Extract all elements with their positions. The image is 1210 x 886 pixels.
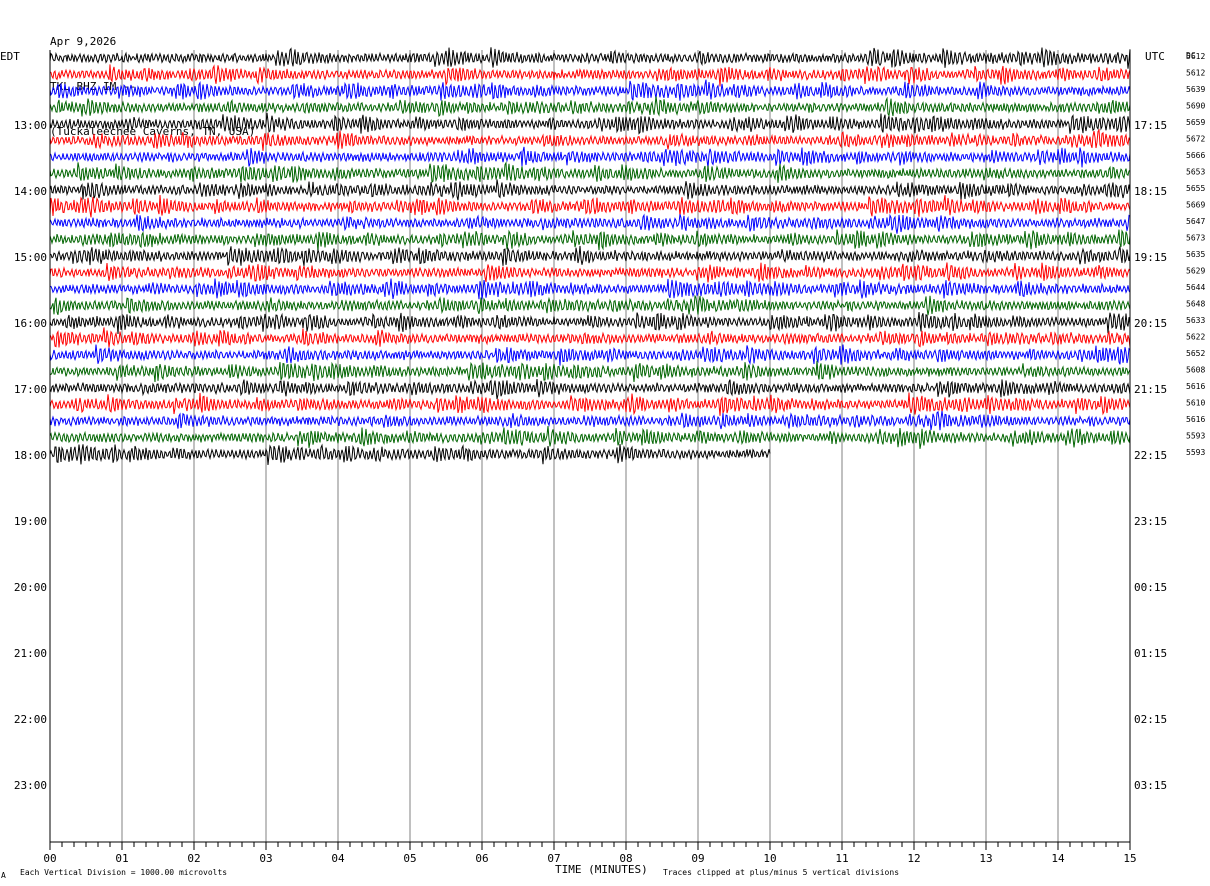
dc-offset-label: 5655 xyxy=(1186,184,1205,193)
dc-offset-label: 5612 xyxy=(1186,52,1205,61)
seismic-trace xyxy=(49,128,1131,151)
x-tick-label: 12 xyxy=(907,852,920,865)
seismic-trace xyxy=(49,146,1131,168)
right-hour-label: 02:15 xyxy=(1134,713,1167,726)
dc-offset-label: 5652 xyxy=(1186,349,1205,358)
left-hour-label: 21:00 xyxy=(14,647,47,660)
x-tick-label: 05 xyxy=(403,852,416,865)
dc-offset-labels: 5612 5612 5639 5690 5659 5672 5666 5653 5655 5669… xyxy=(1186,52,1205,457)
x-tick-label: 03 xyxy=(259,852,272,865)
dc-offset-label: 5616 xyxy=(1186,415,1205,424)
right-timezone-label: UTC xyxy=(1145,50,1165,63)
seismic-trace xyxy=(49,262,1131,283)
dc-offset-label: 5644 xyxy=(1186,283,1205,292)
clip-note: Traces clipped at plus/minus 5 vertical … xyxy=(663,868,899,877)
left-hour-label: 13:00 xyxy=(14,119,47,132)
seismic-trace xyxy=(49,179,1131,201)
seismic-trace xyxy=(49,229,1131,252)
dc-offset-label: 5635 xyxy=(1186,250,1205,259)
right-hour-label: 20:15 xyxy=(1134,317,1167,330)
left-hour-label: 17:00 xyxy=(14,383,47,396)
dc-offset-label: 5669 xyxy=(1186,201,1205,210)
left-hour-label: 22:00 xyxy=(14,713,47,726)
x-tick-label: 15 xyxy=(1123,852,1136,865)
seismic-trace xyxy=(49,194,1131,218)
dc-offset-label: 5647 xyxy=(1186,217,1205,226)
scale-note: Each Vertical Division = 1000.00 microvo… xyxy=(20,868,227,877)
seismic-trace xyxy=(49,327,1131,348)
helicorder-plot: EDT UTC DC 13:0014:0015:0016:0017:0018:0… xyxy=(0,47,1205,880)
right-hour-label: 19:15 xyxy=(1134,251,1167,264)
right-hour-label: 18:15 xyxy=(1134,185,1167,198)
dc-offset-label: 5612 xyxy=(1186,69,1205,78)
x-tick-label: 14 xyxy=(1051,852,1065,865)
seismic-trace xyxy=(49,213,1131,234)
dc-offset-label: 5648 xyxy=(1186,300,1205,309)
dc-offset-label: 5666 xyxy=(1186,151,1205,160)
dc-offset-label: 5639 xyxy=(1186,85,1205,94)
seismic-trace xyxy=(49,360,1131,383)
right-hour-label: 00:15 xyxy=(1134,581,1167,594)
dc-offset-label: 5629 xyxy=(1186,267,1205,276)
seismic-trace xyxy=(49,379,1131,400)
x-tick-label: 13 xyxy=(979,852,992,865)
seismic-trace xyxy=(49,278,1131,300)
seismic-trace xyxy=(49,425,1131,449)
dc-offset-label: 5672 xyxy=(1186,135,1205,144)
left-hour-label: 18:00 xyxy=(14,449,47,462)
left-hour-label: 16:00 xyxy=(14,317,47,330)
right-hour-label: 22:15 xyxy=(1134,449,1167,462)
seismic-trace xyxy=(49,47,1131,69)
x-tick-label: 01 xyxy=(115,852,128,865)
seismic-traces xyxy=(49,47,1131,466)
left-hour-label: 19:00 xyxy=(14,515,47,528)
dc-offset-label: 5673 xyxy=(1186,234,1205,243)
left-hour-label: 15:00 xyxy=(14,251,47,264)
seismic-trace xyxy=(49,161,1131,184)
seismic-trace xyxy=(49,294,1131,316)
dc-offset-label: 5593 xyxy=(1186,432,1205,441)
right-hour-label: 01:15 xyxy=(1134,647,1167,660)
left-hour-label: 23:00 xyxy=(14,779,47,792)
x-tick-label: 11 xyxy=(835,852,848,865)
seismic-trace xyxy=(49,64,1131,87)
dc-offset-label: 5593 xyxy=(1186,448,1205,457)
dc-offset-label: 5690 xyxy=(1186,102,1205,111)
seismic-trace xyxy=(49,112,1131,135)
dc-offset-label: 5608 xyxy=(1186,366,1205,375)
dc-offset-label: 5610 xyxy=(1186,399,1205,408)
x-tick-label: 09 xyxy=(691,852,704,865)
right-hour-label: 17:15 xyxy=(1134,119,1167,132)
seismic-trace xyxy=(49,392,1131,416)
seismic-trace xyxy=(49,311,1131,335)
corner-mark: A xyxy=(1,871,6,880)
seismic-trace xyxy=(49,79,1131,101)
left-hour-label: 20:00 xyxy=(14,581,47,594)
right-hour-label: 03:15 xyxy=(1134,779,1167,792)
right-hour-label: 21:15 xyxy=(1134,383,1167,396)
seismic-trace xyxy=(49,344,1131,366)
right-hour-labels: 17:15 18:15 19:15 20:15 21:15 22:15 23:15 00:15… xyxy=(1134,119,1167,792)
x-tick-label: 02 xyxy=(187,852,200,865)
x-tick-label: 10 xyxy=(763,852,776,865)
dc-offset-label: 5659 xyxy=(1186,118,1205,127)
seismic-trace xyxy=(49,245,1131,266)
x-tick-label: 06 xyxy=(475,852,488,865)
x-axis-title: TIME (MINUTES) xyxy=(555,863,648,876)
seismic-trace xyxy=(49,410,1131,431)
dc-offset-label: 5622 xyxy=(1186,333,1205,342)
left-hour-labels: 13:00 14:00 15:00 16:00 17:00 18:00 19:00 20:00… xyxy=(14,119,47,792)
left-timezone-label: EDT xyxy=(0,50,20,63)
dc-offset-label: 5616 xyxy=(1186,382,1205,391)
seismic-trace xyxy=(49,96,1131,118)
dc-offset-label: 5653 xyxy=(1186,168,1205,177)
right-hour-label: 23:15 xyxy=(1134,515,1167,528)
dc-offset-label: 5633 xyxy=(1186,316,1205,325)
x-tick-label: 00 xyxy=(43,852,56,865)
x-tick-label: 04 xyxy=(331,852,345,865)
left-hour-label: 14:00 xyxy=(14,185,47,198)
